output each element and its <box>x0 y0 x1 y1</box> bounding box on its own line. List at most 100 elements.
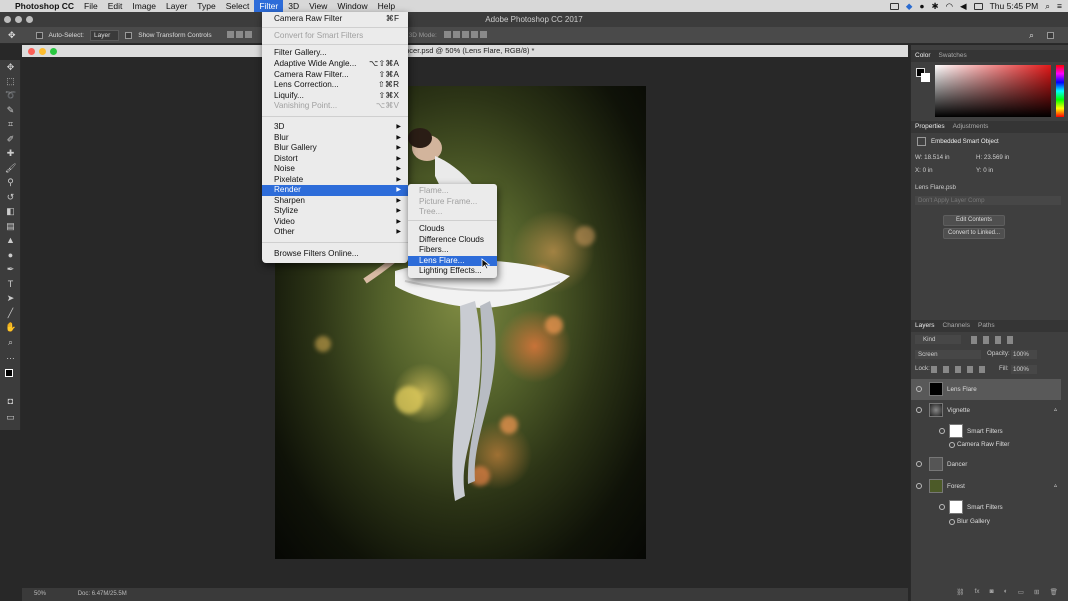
filter-row-camera-raw[interactable]: Camera Raw Filter <box>911 438 1061 452</box>
tab-layers[interactable]: Layers <box>915 320 935 332</box>
menu-item-other[interactable]: Other ▶ <box>262 227 408 238</box>
visibility-eye-icon[interactable] <box>939 428 945 434</box>
marquee-icon[interactable]: ⬚ <box>5 76 16 87</box>
layer-filter-icons[interactable] <box>971 336 1043 344</box>
document-tab[interactable]: Dancer.psd @ 50% (Lens Flare, RGB/8) * <box>22 45 908 57</box>
tab-channels[interactable]: Channels <box>943 320 970 332</box>
prop-height[interactable]: H: 23.569 in <box>976 154 1009 161</box>
hand-icon[interactable]: ✋ <box>5 322 16 333</box>
menu-item-adaptive-wide-angle[interactable]: Adaptive Wide Angle... ⌥⇧⌘A <box>262 59 408 70</box>
visibility-eye-icon[interactable] <box>949 519 955 525</box>
eyedropper-icon[interactable]: ✐ <box>5 134 16 145</box>
menu-select[interactable]: Select <box>221 0 255 12</box>
menu-item-stylize[interactable]: Stylize ▶ <box>262 206 408 217</box>
brush-icon[interactable]: 🖌 <box>5 163 16 174</box>
tab-properties[interactable]: Properties <box>915 121 945 133</box>
visibility-eye-icon[interactable] <box>916 407 922 413</box>
screen-mode-icon[interactable]: ▭ <box>5 412 16 423</box>
auto-select-checkbox[interactable] <box>35 31 43 39</box>
submenu-item-fibers[interactable]: Fibers... <box>408 245 497 256</box>
visibility-eye-icon[interactable] <box>939 504 945 510</box>
submenu-item-difference-clouds[interactable]: Difference Clouds <box>408 235 497 246</box>
menu-layer[interactable]: Layer <box>161 0 192 12</box>
gradient-icon[interactable]: ▤ <box>5 221 16 232</box>
zoom-icon[interactable]: ⌕ <box>5 337 16 348</box>
menu-edit[interactable]: Edit <box>103 0 128 12</box>
search-icon[interactable]: ⌕ <box>1029 30 1034 41</box>
opacity-input[interactable]: 100% <box>1011 350 1037 359</box>
doc-zoom-icon[interactable] <box>50 48 57 55</box>
prop-x[interactable]: X: 0 in <box>915 167 933 174</box>
hue-slider[interactable] <box>1056 65 1064 117</box>
menu-image[interactable]: Image <box>127 0 161 12</box>
3d-slide-icon[interactable] <box>470 30 478 38</box>
submenu-item-clouds[interactable]: Clouds <box>408 224 497 235</box>
menu-item-filter-gallery[interactable]: Filter Gallery... <box>262 48 408 59</box>
menu-item-distort[interactable]: Distort ▶ <box>262 154 408 165</box>
delete-layer-icon[interactable]: 🗑 <box>1050 588 1058 597</box>
more-tools-icon[interactable]: … <box>5 351 16 362</box>
screen-icon[interactable] <box>889 2 899 10</box>
pen-icon[interactable]: ✒ <box>5 264 16 275</box>
clone-stamp-icon[interactable]: ⚲ <box>5 177 16 188</box>
add-mask-icon[interactable]: ◙ <box>990 588 994 597</box>
spotlight-icon[interactable]: ⌕ <box>1045 1 1050 12</box>
3d-scale-icon[interactable] <box>479 30 487 38</box>
blur-icon[interactable]: ▲ <box>5 235 16 246</box>
notification-icon[interactable]: ≡ <box>1057 1 1062 11</box>
menu-item-camera-raw-last[interactable]: Camera Raw Filter ⌘F <box>262 14 408 25</box>
menu-item-blur[interactable]: Blur ▶ <box>262 133 408 144</box>
smart-filter-toggle-icon[interactable]: ▵ <box>1054 476 1057 497</box>
workspace-icon[interactable] <box>1047 31 1054 39</box>
menu-filter[interactable]: Filter <box>254 0 284 12</box>
menu-item-browse-filters-online[interactable]: Browse Filters Online... <box>262 249 408 260</box>
clock[interactable]: Thu 5:45 PM <box>990 1 1039 11</box>
align-top-icon[interactable] <box>226 30 234 38</box>
fill-input[interactable]: 100% <box>1011 365 1037 374</box>
shape-icon[interactable]: ╱ <box>5 308 16 319</box>
align-bottom-icon[interactable] <box>244 30 252 38</box>
tab-swatches[interactable]: Swatches <box>939 50 967 62</box>
align-middle-icon[interactable] <box>235 30 243 38</box>
menu-item-sharpen[interactable]: Sharpen ▶ <box>262 196 408 207</box>
menu-item-lens-correction[interactable]: Lens Correction... ⇧⌘R <box>262 80 408 91</box>
smart-filter-toggle-icon[interactable]: ▵ <box>1054 400 1057 421</box>
transform-controls-checkbox[interactable] <box>125 31 133 39</box>
zoom-window-icon[interactable] <box>26 16 33 23</box>
dodge-icon[interactable]: ● <box>5 250 16 261</box>
filter-row-blur-gallery[interactable]: Blur Gallery <box>911 515 1061 529</box>
menu-3d[interactable]: 3D <box>283 0 304 12</box>
layer-row-lens-flare[interactable]: Lens Flare <box>911 379 1061 400</box>
foreground-color-swatch[interactable] <box>5 369 13 377</box>
crop-icon[interactable]: ⌗ <box>5 119 16 130</box>
creative-cloud-icon[interactable]: ● <box>919 1 924 11</box>
layer-row-vignette[interactable]: Vignette ▵ <box>911 400 1061 421</box>
tab-adjustments[interactable]: Adjustments <box>953 121 989 133</box>
healing-brush-icon[interactable]: ✚ <box>5 148 16 159</box>
layer-row-dancer[interactable]: Dancer <box>911 454 1061 475</box>
doc-minimize-icon[interactable] <box>39 48 46 55</box>
adjustment-layer-icon[interactable]: ◐ <box>1004 588 1008 597</box>
visibility-eye-icon[interactable] <box>949 442 955 448</box>
menu-item-camera-raw-filter[interactable]: Camera Raw Filter... ⇧⌘A <box>262 70 408 81</box>
bluetooth-icon[interactable]: ✱ <box>932 1 939 12</box>
new-layer-icon[interactable]: ⊞ <box>1034 588 1039 597</box>
lock-icons[interactable] <box>931 366 987 373</box>
quick-select-icon[interactable]: ✎ <box>5 105 16 116</box>
path-select-icon[interactable]: ➤ <box>5 293 16 304</box>
visibility-eye-icon[interactable] <box>916 386 922 392</box>
convert-to-linked-button[interactable]: Convert to Linked... <box>943 228 1005 239</box>
new-group-icon[interactable]: ▭ <box>1018 588 1024 597</box>
wifi-icon[interactable]: ◠ <box>946 1 953 12</box>
3d-roll-icon[interactable] <box>452 30 460 38</box>
doc-close-icon[interactable] <box>28 48 35 55</box>
menu-item-liquify[interactable]: Liquify... ⇧⌘X <box>262 91 408 102</box>
move-icon[interactable]: ✥ <box>5 62 16 73</box>
tab-color[interactable]: Color <box>915 50 931 62</box>
tab-paths[interactable]: Paths <box>978 320 995 332</box>
prop-width[interactable]: W: 18.514 in <box>915 154 950 161</box>
minimize-window-icon[interactable] <box>15 16 22 23</box>
layer-filter-kind[interactable]: Kind <box>915 335 961 344</box>
zoom-level[interactable]: 50% <box>34 591 46 597</box>
color-picker-field[interactable] <box>935 65 1051 117</box>
